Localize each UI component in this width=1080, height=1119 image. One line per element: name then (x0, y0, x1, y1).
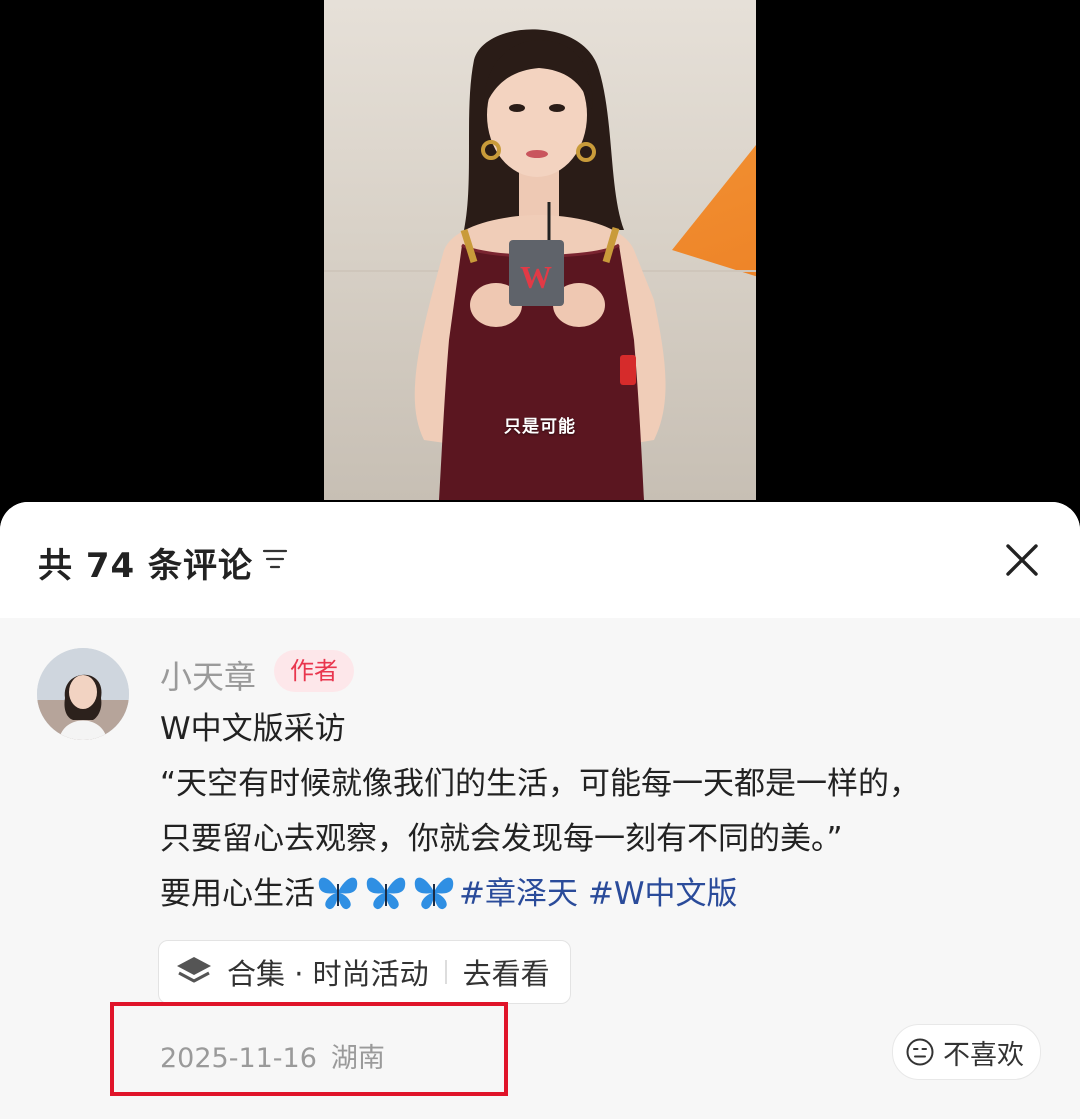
hashtag-link[interactable]: #章泽天 (459, 876, 578, 912)
comment-sheet-header: 共 74 条评论 (0, 502, 1080, 618)
neutral-face-icon (906, 1038, 934, 1066)
collection-divider (444, 960, 447, 984)
author-name[interactable]: 小天章 (160, 652, 256, 698)
collection-action[interactable]: 去看看 (463, 951, 550, 993)
layers-icon (177, 957, 211, 983)
mic-logo-letter: W (520, 259, 552, 295)
annotation-highlight-box (110, 1002, 508, 1096)
collection-label: 合集 · 时尚活动 (227, 957, 429, 991)
comment-line-2: “天空有时候就像我们的生活，可能每一天都是一样的， (160, 766, 921, 802)
video-player[interactable]: W 只是可能 (0, 0, 1080, 520)
hashtag-link[interactable]: #W中文版 (588, 876, 738, 912)
dislike-button[interactable]: 不喜欢 (892, 1024, 1041, 1080)
comment-line-1: W中文版采访 (160, 711, 346, 747)
comment-count-title: 共 74 条评论 (38, 546, 253, 586)
comment-line-4: 要用心生活 #章泽天 #W中文版 (160, 867, 1040, 922)
close-icon[interactable] (1000, 538, 1044, 582)
comment-line-4-text: 要用心生活 (160, 876, 315, 912)
video-frame: W 只是可能 (324, 0, 756, 500)
author-avatar[interactable] (37, 648, 129, 740)
butterfly-emoji-icon (366, 877, 406, 910)
author-badge: 作者 (274, 650, 354, 692)
butterfly-emoji-icon (414, 877, 454, 910)
sort-icon[interactable] (262, 548, 288, 570)
avatar-image (37, 648, 129, 740)
comment-list: 小天章 作者 W中文版采访 “天空有时候就像我们的生活，可能每一天都是一样的， … (0, 618, 1080, 1119)
butterfly-emoji-icon (318, 877, 358, 910)
comment-sheet: 共 74 条评论 小天章 作者 W中文版采访 “天空有时候就像我们的生活，可能每… (0, 502, 1080, 1119)
video-subtitle: 只是可能 (504, 417, 576, 437)
collection-card[interactable]: 合集 · 时尚活动 去看看 (158, 940, 571, 1004)
comment-text: W中文版采访 “天空有时候就像我们的生活，可能每一天都是一样的， 只要留心去观察… (160, 702, 1040, 922)
comment-line-3: 只要留心去观察，你就会发现每一刻有不同的美。” (160, 821, 843, 857)
dislike-label: 不喜欢 (943, 1039, 1024, 1071)
